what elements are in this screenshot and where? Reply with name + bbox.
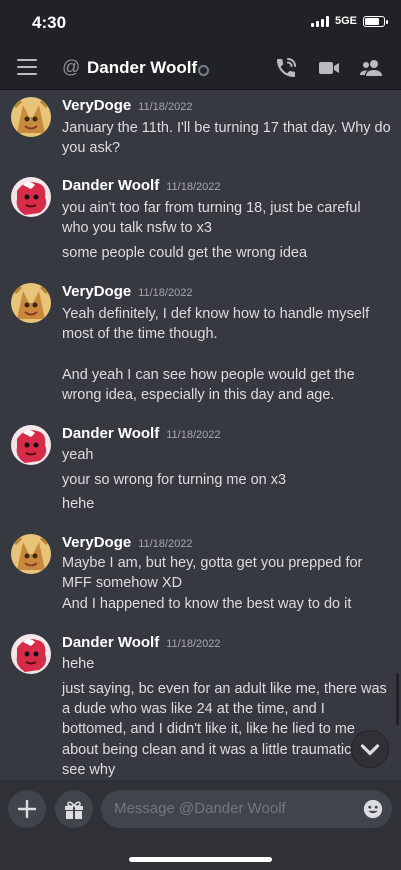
message-text: And yeah I can see how people would get … <box>62 367 355 383</box>
message-text: see why <box>62 762 116 778</box>
message-author[interactable]: VeryDoge 11/18/2022 <box>62 97 192 114</box>
status-bar: 4:30 5GE <box>0 0 401 46</box>
message-text: who you talk nsfw to x3 <box>62 220 212 236</box>
battery-icon <box>363 15 388 27</box>
message-text: about being clean and it was a little tr… <box>62 742 352 758</box>
message-timestamp: 11/18/2022 <box>166 638 221 650</box>
scrollbar[interactable] <box>396 673 399 725</box>
message-author[interactable]: VeryDoge 11/18/2022 <box>62 283 192 300</box>
message-author[interactable]: Dander Woolf 11/18/2022 <box>62 634 220 651</box>
message-timestamp: 11/18/2022 <box>138 538 193 550</box>
message-text: just saying, bc even for an adult like m… <box>62 681 387 697</box>
verydoge-avatar[interactable] <box>11 534 51 574</box>
home-indicator <box>129 857 272 862</box>
message-text: January the 11th. I'll be turning 17 tha… <box>62 120 391 136</box>
message-timestamp: 11/18/2022 <box>166 429 221 441</box>
signal-icon <box>310 15 329 27</box>
channel-title[interactable]: Dander Woolf <box>87 58 197 78</box>
message-text: you ain't too far from turning 18, just … <box>62 200 361 216</box>
message-text: yeah <box>62 447 94 463</box>
message-text: you ask? <box>62 140 121 156</box>
message-text: hehe <box>62 496 95 512</box>
plus-icon <box>17 799 37 819</box>
message-composer: Message @Dander Woolf <box>0 780 401 870</box>
message-text: most of the time though. <box>62 326 218 342</box>
dander-avatar[interactable] <box>11 177 51 217</box>
video-icon[interactable] <box>317 56 341 80</box>
message-text: some people could get the wrong idea <box>62 245 308 261</box>
gift-icon <box>65 801 83 819</box>
message-list[interactable]: VeryDoge 11/18/2022 January the 11th. I'l… <box>0 90 401 780</box>
status-time: 4:30 <box>32 13 67 32</box>
verydoge-avatar[interactable] <box>11 97 51 137</box>
message-text: MFF somehow XD <box>62 575 183 591</box>
add-attachment-button[interactable] <box>8 790 46 828</box>
gift-button[interactable] <box>55 790 93 828</box>
hamburger-icon[interactable] <box>17 59 37 75</box>
message-author[interactable]: Dander Woolf 11/18/2022 <box>62 177 220 194</box>
jump-to-present-button[interactable] <box>351 730 389 768</box>
at-icon: @ <box>62 57 81 77</box>
members-icon[interactable] <box>359 56 383 80</box>
message-text: a dude who was like 24 at the time, and … <box>62 701 325 717</box>
message-text: Maybe I am, but hey, gotta get you prepp… <box>62 555 363 571</box>
status-indicators: 5GE <box>310 15 388 27</box>
dander-avatar[interactable] <box>11 634 51 674</box>
message-text: wrong idea, especially in this day and a… <box>62 387 335 403</box>
battery-fill <box>365 17 379 25</box>
channel-header: @ Dander Woolf <box>0 46 401 90</box>
chevron-down-icon <box>360 744 380 756</box>
message-text: And I happened to know the best way to d… <box>62 596 352 612</box>
message-input[interactable]: Message @Dander Woolf <box>101 790 392 828</box>
message-text: hehe <box>62 656 95 672</box>
message-timestamp: 11/18/2022 <box>166 181 221 193</box>
message-text: bottomed, and I didn't like it, like he … <box>62 721 355 737</box>
message-author[interactable]: Dander Woolf 11/18/2022 <box>62 425 220 442</box>
call-icon[interactable] <box>274 56 298 80</box>
emoji-icon[interactable] <box>362 798 384 820</box>
offline-status-icon <box>198 65 209 76</box>
message-text: your so wrong for turning me on x3 <box>62 472 287 488</box>
message-author[interactable]: VeryDoge 11/18/2022 <box>62 534 192 551</box>
message-timestamp: 11/18/2022 <box>138 287 193 299</box>
network-label: 5GE <box>334 15 357 27</box>
message-timestamp: 11/18/2022 <box>138 101 193 113</box>
dander-avatar[interactable] <box>11 425 51 465</box>
verydoge-avatar[interactable] <box>11 283 51 323</box>
message-text: Yeah definitely, I def know how to handl… <box>62 306 370 322</box>
